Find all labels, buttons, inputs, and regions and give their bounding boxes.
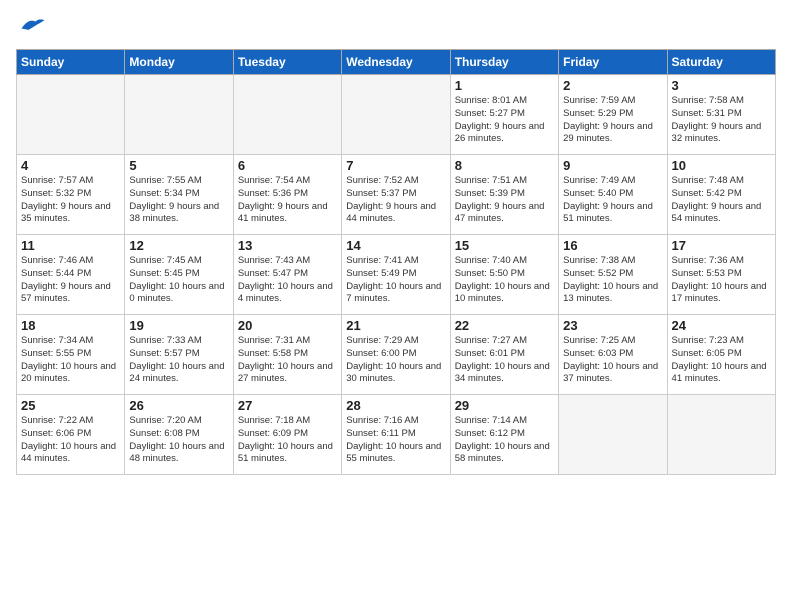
col-header-tuesday: Tuesday [233,50,341,75]
day-info: Sunrise: 7:45 AM Sunset: 5:45 PM Dayligh… [129,255,228,306]
day-info: Sunrise: 7:18 AM Sunset: 6:09 PM Dayligh… [238,415,337,466]
col-header-friday: Friday [559,50,667,75]
day-number: 12 [129,238,228,253]
day-number: 1 [455,78,554,93]
day-number: 26 [129,398,228,413]
calendar-week-row: 1 Sunrise: 8:01 AM Sunset: 5:27 PM Daylig… [17,75,776,155]
day-info: Sunrise: 7:33 AM Sunset: 5:57 PM Dayligh… [129,335,228,386]
page-header [16,10,776,41]
calendar-week-row: 25 Sunrise: 7:22 AM Sunset: 6:06 PM Dayli… [17,395,776,475]
logo [16,14,50,41]
page-container: SundayMondayTuesdayWednesdayThursdayFrid… [0,0,792,483]
day-info: Sunrise: 7:43 AM Sunset: 5:47 PM Dayligh… [238,255,337,306]
logo-bird-icon [18,14,46,36]
day-number: 20 [238,318,337,333]
day-info: Sunrise: 7:58 AM Sunset: 5:31 PM Dayligh… [672,95,771,146]
day-number: 11 [21,238,120,253]
day-number: 3 [672,78,771,93]
day-number: 17 [672,238,771,253]
day-info: Sunrise: 7:25 AM Sunset: 6:03 PM Dayligh… [563,335,662,386]
day-info: Sunrise: 7:22 AM Sunset: 6:06 PM Dayligh… [21,415,120,466]
day-number: 25 [21,398,120,413]
day-number: 5 [129,158,228,173]
calendar-header-row: SundayMondayTuesdayWednesdayThursdayFrid… [17,50,776,75]
day-number: 14 [346,238,445,253]
day-info: Sunrise: 7:14 AM Sunset: 6:12 PM Dayligh… [455,415,554,466]
day-number: 2 [563,78,662,93]
day-info: Sunrise: 7:55 AM Sunset: 5:34 PM Dayligh… [129,175,228,226]
day-info: Sunrise: 7:52 AM Sunset: 5:37 PM Dayligh… [346,175,445,226]
day-info: Sunrise: 7:38 AM Sunset: 5:52 PM Dayligh… [563,255,662,306]
col-header-sunday: Sunday [17,50,125,75]
day-number: 22 [455,318,554,333]
day-info: Sunrise: 7:34 AM Sunset: 5:55 PM Dayligh… [21,335,120,386]
day-number: 6 [238,158,337,173]
day-number: 15 [455,238,554,253]
day-info: Sunrise: 7:36 AM Sunset: 5:53 PM Dayligh… [672,255,771,306]
day-number: 18 [21,318,120,333]
col-header-monday: Monday [125,50,233,75]
day-info: Sunrise: 7:31 AM Sunset: 5:58 PM Dayligh… [238,335,337,386]
day-info: Sunrise: 7:23 AM Sunset: 6:05 PM Dayligh… [672,335,771,386]
day-number: 28 [346,398,445,413]
calendar-table: SundayMondayTuesdayWednesdayThursdayFrid… [16,49,776,475]
day-info: Sunrise: 7:20 AM Sunset: 6:08 PM Dayligh… [129,415,228,466]
day-number: 9 [563,158,662,173]
day-info: Sunrise: 7:51 AM Sunset: 5:39 PM Dayligh… [455,175,554,226]
col-header-thursday: Thursday [450,50,558,75]
day-number: 8 [455,158,554,173]
day-number: 29 [455,398,554,413]
col-header-saturday: Saturday [667,50,775,75]
day-number: 13 [238,238,337,253]
day-info: Sunrise: 7:49 AM Sunset: 5:40 PM Dayligh… [563,175,662,226]
day-info: Sunrise: 7:40 AM Sunset: 5:50 PM Dayligh… [455,255,554,306]
day-info: Sunrise: 7:59 AM Sunset: 5:29 PM Dayligh… [563,95,662,146]
day-info: Sunrise: 7:54 AM Sunset: 5:36 PM Dayligh… [238,175,337,226]
calendar-week-row: 4 Sunrise: 7:57 AM Sunset: 5:32 PM Daylig… [17,155,776,235]
day-info: Sunrise: 7:48 AM Sunset: 5:42 PM Dayligh… [672,175,771,226]
day-number: 24 [672,318,771,333]
day-info: Sunrise: 7:57 AM Sunset: 5:32 PM Dayligh… [21,175,120,226]
day-number: 7 [346,158,445,173]
day-info: Sunrise: 8:01 AM Sunset: 5:27 PM Dayligh… [455,95,554,146]
day-number: 4 [21,158,120,173]
day-info: Sunrise: 7:46 AM Sunset: 5:44 PM Dayligh… [21,255,120,306]
day-number: 27 [238,398,337,413]
day-info: Sunrise: 7:16 AM Sunset: 6:11 PM Dayligh… [346,415,445,466]
day-info: Sunrise: 7:41 AM Sunset: 5:49 PM Dayligh… [346,255,445,306]
day-number: 23 [563,318,662,333]
calendar-week-row: 11 Sunrise: 7:46 AM Sunset: 5:44 PM Dayli… [17,235,776,315]
day-number: 10 [672,158,771,173]
day-number: 19 [129,318,228,333]
day-number: 16 [563,238,662,253]
day-number: 21 [346,318,445,333]
calendar-week-row: 18 Sunrise: 7:34 AM Sunset: 5:55 PM Dayli… [17,315,776,395]
day-info: Sunrise: 7:27 AM Sunset: 6:01 PM Dayligh… [455,335,554,386]
col-header-wednesday: Wednesday [342,50,450,75]
day-info: Sunrise: 7:29 AM Sunset: 6:00 PM Dayligh… [346,335,445,386]
